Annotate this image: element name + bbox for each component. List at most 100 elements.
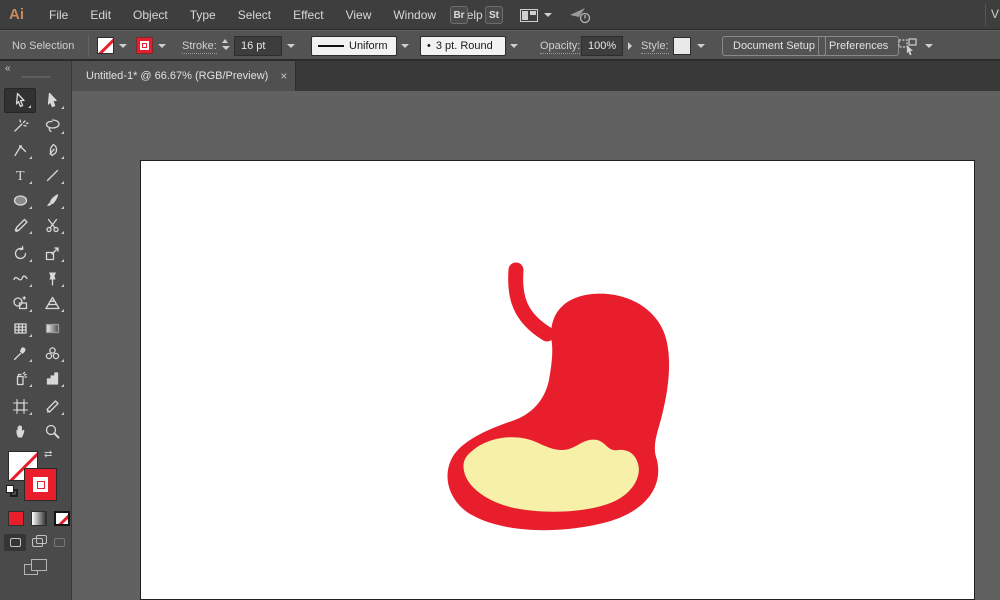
tool-ellipse[interactable] [4,188,36,213]
tool-eyedropper[interactable] [4,341,36,366]
color-buttons [8,511,70,526]
tool-mesh[interactable] [4,316,36,341]
stroke-weight-field[interactable]: 16 pt [234,36,282,56]
draw-behind-icon [32,538,43,547]
stroke-color-swatch[interactable] [136,37,153,54]
menu-window[interactable]: Window [382,0,447,30]
tool-column-graph[interactable] [36,366,68,391]
svg-text:T: T [16,169,25,184]
document-tab-title: Untitled-1* @ 66.67% (RGB/Preview) [86,70,268,82]
stroke-label[interactable]: Stroke: [182,40,217,54]
preferences-button[interactable]: Preferences [818,36,899,56]
tool-perspective-grid[interactable] [36,291,68,316]
opacity-label[interactable]: Opacity: [540,40,580,54]
opacity-expand-icon[interactable] [628,42,632,50]
menubar-separator [985,4,986,26]
selection-status: No Selection [12,40,74,52]
tool-pencil[interactable] [4,213,36,238]
tool-width[interactable] [4,266,36,291]
menu-bar: Ai File Edit Object Type Select Effect V… [0,0,1000,30]
document-setup-button[interactable]: Document Setup [722,36,826,56]
stomach-illustration[interactable] [140,160,975,600]
color-button[interactable] [8,511,24,526]
fill-swatch-none[interactable] [97,37,114,54]
default-fill-stroke-icon[interactable] [6,485,18,497]
draw-normal-mode[interactable] [4,534,26,551]
stroke-proxy-ring [37,481,45,489]
menu-items: File Edit Object Type Select Effect View… [38,0,494,30]
tool-magic-wand[interactable] [4,113,36,138]
screen-mode-button[interactable] [24,559,48,577]
stepper-down-icon[interactable] [222,46,230,50]
chevron-down-icon [544,13,552,17]
stroke-proxy-red[interactable] [24,468,57,501]
tool-rotate[interactable] [4,241,36,266]
panel-collapse-icon[interactable]: « [5,63,10,74]
tab-close-icon[interactable]: × [280,70,287,82]
menu-file[interactable]: File [38,0,79,30]
stock-button[interactable]: St [485,6,503,24]
tool-zoom[interactable] [36,419,68,444]
tool-hand[interactable] [4,419,36,444]
tool-artboard[interactable] [4,394,36,419]
fill-chevron-icon[interactable] [119,44,127,48]
stroke-proxy-hole [33,477,48,492]
stepper-up-icon[interactable] [222,39,228,43]
panel-grip[interactable] [21,76,51,78]
menu-view[interactable]: View [335,0,383,30]
menu-type[interactable]: Type [179,0,227,30]
tools-panel: « T [0,61,72,600]
tool-puppet-warp[interactable] [36,266,68,291]
brush-definition-dropdown[interactable]: • 3 pt. Round [420,36,506,56]
tool-direct-selection[interactable] [36,88,68,113]
window-edge-partial-text: V [991,7,1000,21]
menu-edit[interactable]: Edit [79,0,122,30]
document-tab[interactable]: Untitled-1* @ 66.67% (RGB/Preview) × [72,61,296,91]
bridge-button[interactable]: Br [450,6,468,24]
draw-behind-mode[interactable] [26,534,48,551]
fill-stroke-control: ⇄ [0,449,72,509]
brush-chevron-icon[interactable] [510,44,518,48]
stroke-swatch-inner [140,41,149,50]
stroke-weight-chevron-icon[interactable] [287,44,295,48]
gradient-button[interactable] [31,511,47,526]
tool-paintbrush[interactable] [36,188,68,213]
tool-gradient[interactable] [36,316,68,341]
style-chevron-icon[interactable] [697,44,705,48]
stroke-weight-stepper[interactable] [222,39,230,50]
tool-line-segment[interactable] [36,163,68,188]
tool-blend[interactable] [36,341,68,366]
app-logo: Ai [9,6,24,23]
opacity-field[interactable]: 100% [581,36,623,56]
tool-type[interactable]: T [4,163,36,188]
share-icon[interactable] [569,6,591,24]
tool-scissors[interactable] [36,213,68,238]
tool-selection[interactable] [4,88,36,113]
stroke-swatch-chevron-icon[interactable] [158,44,166,48]
workspace-switcher[interactable] [520,9,552,22]
tool-scale[interactable] [36,241,68,266]
none-button[interactable] [54,511,70,526]
style-swatch[interactable] [673,37,691,55]
width-profile-dropdown[interactable]: Uniform [311,36,397,56]
tool-shape-builder[interactable] [4,291,36,316]
width-profile-chevron-icon[interactable] [401,44,409,48]
swap-fill-stroke-icon[interactable]: ⇄ [44,449,52,460]
style-label[interactable]: Style: [641,40,669,54]
drawing-modes [4,534,70,551]
menu-object[interactable]: Object [122,0,179,30]
stomach-esophagus[interactable] [516,270,547,334]
stroke-swatch-ring [142,43,147,48]
select-similar-chevron-icon[interactable] [925,44,933,48]
tool-lasso[interactable] [36,113,68,138]
width-profile-value: Uniform [349,40,388,52]
none-slash-icon [55,511,70,526]
tool-pen[interactable] [36,138,68,163]
menu-select[interactable]: Select [227,0,282,30]
tool-curvature[interactable] [4,138,36,163]
screen-mode-icon-front [31,559,47,571]
tool-slice[interactable] [36,394,68,419]
menu-effect[interactable]: Effect [282,0,334,30]
tool-symbol-sprayer[interactable] [4,366,36,391]
select-similar-icon[interactable] [898,38,918,56]
